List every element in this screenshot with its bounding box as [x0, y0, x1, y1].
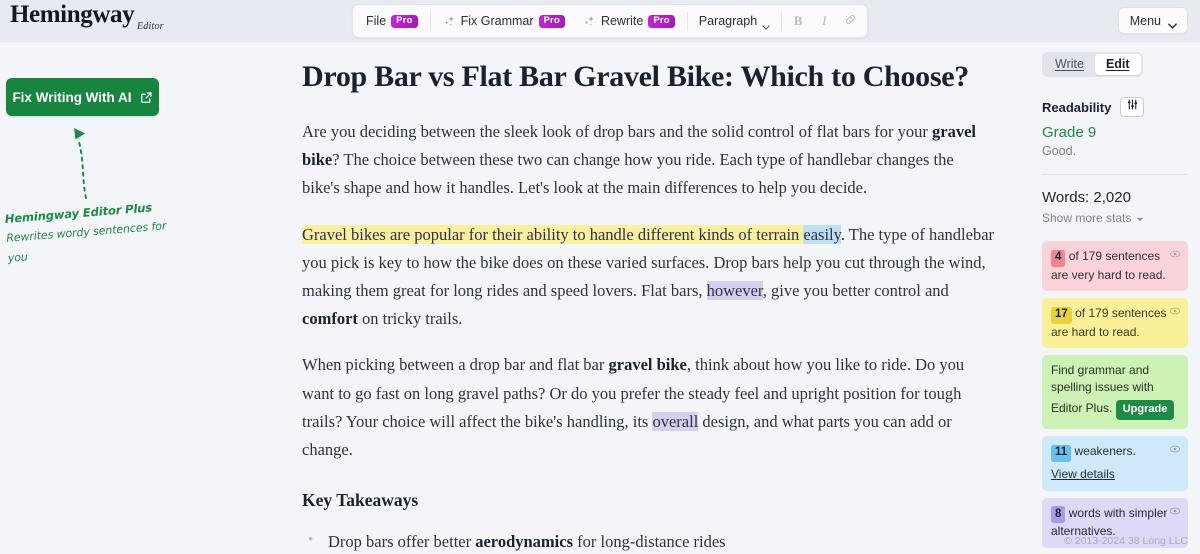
very-hard-text: of 179 sentences are very hard to read.	[1051, 249, 1166, 282]
file-label: File	[366, 14, 387, 28]
toolbar-divider	[781, 11, 783, 31]
file-button[interactable]: File Pro	[357, 8, 427, 34]
write-edit-toggle: Write Edit	[1042, 52, 1143, 77]
p3-bold: gravel bike	[608, 355, 687, 375]
card-very-hard-sentences[interactable]: 4 of 179 sentences are very hard to read…	[1042, 241, 1188, 292]
bold-label: B	[793, 13, 803, 28]
bullet-0-text-c: for long-distance rides	[573, 532, 726, 552]
readability-settings-button[interactable]	[1120, 97, 1145, 117]
fix-writing-with-ai-label: Fix Writing With AI	[12, 89, 132, 105]
sliders-icon	[1126, 98, 1139, 116]
simpler-text: words with simpler alternatives.	[1051, 505, 1168, 539]
highlight-simpler-word[interactable]: overall	[652, 411, 699, 431]
p3-text-a: When picking between a drop bar and flat…	[302, 355, 609, 375]
tab-edit[interactable]: Edit	[1094, 54, 1141, 75]
p2-text-end: on tricky trails.	[357, 309, 463, 329]
view-details-link[interactable]: View details	[1051, 466, 1179, 482]
paragraph-2: Gravel bikes are popular for their abili…	[302, 221, 994, 334]
bullet-0-bold: aerodynamics	[475, 532, 574, 552]
tab-write[interactable]: Write	[1044, 54, 1095, 75]
readability-quality: Good.	[1042, 144, 1077, 158]
pointer-arrow-icon	[74, 128, 87, 199]
copyright-footer: © 2013-2024 38 Long LLC	[1064, 535, 1188, 547]
card-hard-sentences[interactable]: 17 of 179 sentences are hard to read.	[1042, 298, 1188, 349]
app-root: Hemingway Editor File Pro Fix Grammar Pr…	[0, 0, 1200, 554]
word-count: Words: 2,020	[1042, 189, 1131, 206]
weakeners-text: weakeners.	[1071, 444, 1136, 459]
italic-label: I	[821, 13, 827, 28]
menu-button[interactable]: Menu	[1117, 7, 1188, 34]
highlight-hard-sentence[interactable]: Gravel bikes are popular for their abili…	[302, 224, 804, 244]
paragraph-style-dropdown[interactable]: Paragraph	[691, 8, 778, 34]
readability-row: Readability	[1042, 97, 1188, 117]
card-weakeners[interactable]: 11 weakeners. View details	[1042, 436, 1188, 491]
issue-cards: 4 of 179 sentences are very hard to read…	[1042, 241, 1188, 548]
rewrite-label: Rewrite	[600, 14, 644, 28]
sparkle-icon	[443, 15, 456, 28]
toolbar-divider	[429, 11, 431, 31]
eye-icon[interactable]	[1169, 505, 1181, 521]
show-more-stats-label: Show more stats	[1042, 211, 1132, 225]
hard-count: 17	[1051, 306, 1072, 324]
menu-label: Menu	[1129, 13, 1161, 28]
italic-button[interactable]: I	[811, 8, 837, 34]
highlight-simpler-word[interactable]: however	[706, 280, 763, 300]
document-editor[interactable]: Drop Bar vs Flat Bar Gravel Bike: Which …	[276, 42, 1034, 554]
show-more-stats-button[interactable]: Show more stats	[1042, 211, 1188, 225]
link-icon	[844, 13, 857, 29]
eye-icon[interactable]	[1169, 248, 1181, 264]
link-button[interactable]	[837, 8, 863, 34]
p2-bold: comfort	[302, 309, 358, 329]
very-hard-count: 4	[1051, 249, 1066, 267]
rewrite-pro-badge: Pro	[648, 14, 675, 28]
top-bar: Hemingway Editor File Pro Fix Grammar Pr…	[0, 0, 1200, 42]
paragraph-1: Are you deciding between the sleek look …	[302, 118, 994, 203]
p1-text-a: Are you deciding between the sleek look …	[302, 121, 933, 141]
sidebar-divider	[1042, 174, 1188, 175]
upgrade-button[interactable]: Upgrade	[1115, 400, 1175, 421]
chevron-down-icon	[1136, 211, 1144, 225]
eye-icon[interactable]	[1169, 443, 1181, 459]
list-item: Drop bars offer better aerodynamics for …	[302, 528, 994, 554]
page-title: Drop Bar vs Flat Bar Gravel Bike: Which …	[302, 60, 969, 93]
chevron-down-icon	[1168, 18, 1177, 29]
readability-grade: Grade 9	[1042, 124, 1097, 141]
chevron-down-icon	[762, 19, 770, 30]
simpler-count: 8	[1051, 506, 1066, 524]
logo-wordmark: Hemingway	[10, 1, 135, 28]
fix-grammar-button[interactable]: Fix Grammar Pro	[434, 8, 574, 34]
p2-text-after: , give you better control and	[762, 280, 949, 300]
bold-button[interactable]: B	[785, 8, 811, 34]
toolbar-divider	[686, 11, 688, 31]
weakeners-count: 11	[1051, 444, 1072, 463]
paragraph-3: When picking between a drop bar and flat…	[302, 351, 994, 464]
fix-grammar-label: Fix Grammar	[460, 14, 534, 28]
editor-toolbar: File Pro Fix Grammar Pro Rewrite Pro Par…	[352, 4, 869, 38]
left-panel: Fix Writing With AI Hemingway Editor Plu…	[0, 42, 276, 554]
highlight-adverb[interactable]: easily	[803, 224, 841, 244]
logo-subtitle: Editor	[137, 21, 164, 32]
key-takeaways-list: Drop bars offer better aerodynamics for …	[302, 528, 994, 554]
sparkle-icon	[583, 15, 596, 28]
readability-label: Readability	[1042, 99, 1112, 115]
fix-grammar-pro-badge: Pro	[538, 14, 565, 28]
section-heading: Key Takeaways	[302, 490, 419, 511]
stats-sidebar: Write Edit Readability Grade 9 Good. Wor…	[1034, 42, 1200, 554]
bullet-0-text-a: Drop bars offer better	[328, 532, 476, 552]
app-logo[interactable]: Hemingway Editor	[10, 2, 230, 42]
promo-note: Hemingway Editor Plus Rewrites wordy sen…	[4, 195, 188, 269]
card-grammar-upsell[interactable]: Find grammar and spelling issues with Ed…	[1042, 355, 1188, 430]
rewrite-button[interactable]: Rewrite Pro	[574, 8, 684, 34]
fix-writing-with-ai-button[interactable]: Fix Writing With AI	[6, 78, 159, 116]
paragraph-style-label: Paragraph	[698, 14, 758, 28]
external-link-icon	[140, 91, 153, 104]
eye-icon[interactable]	[1169, 305, 1181, 321]
file-pro-badge: Pro	[391, 14, 418, 28]
p1-text-c: ? The choice between these two can chang…	[302, 150, 954, 198]
